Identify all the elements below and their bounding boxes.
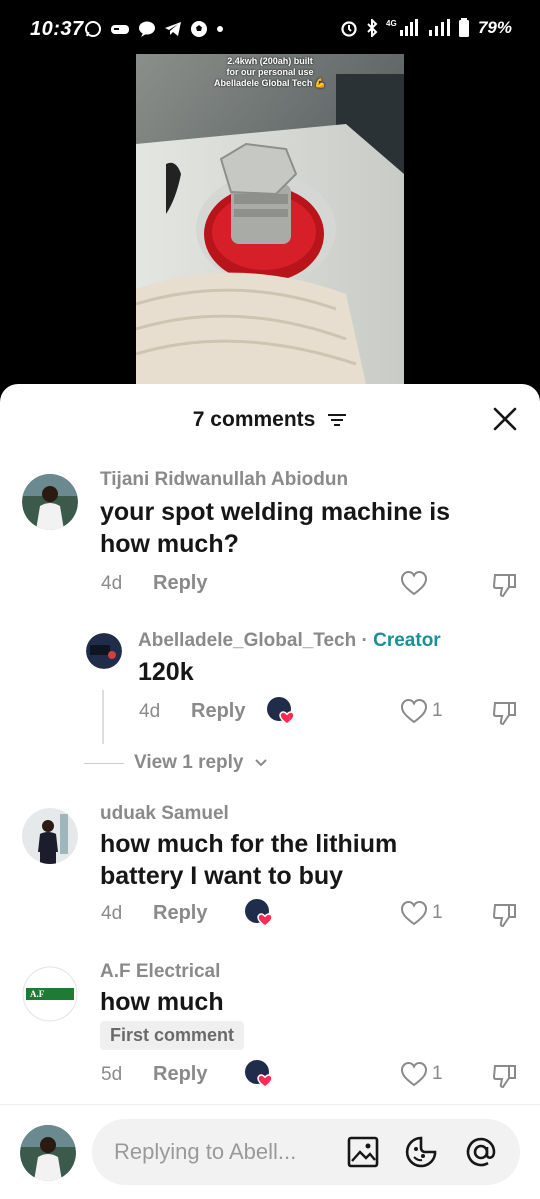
like-button[interactable] — [400, 570, 428, 596]
like-button[interactable]: 1 — [400, 1061, 443, 1087]
comment-text-line: how much for the lithium — [100, 830, 398, 858]
comments-count: 7 comments — [192, 408, 316, 431]
comment-text: how much — [100, 988, 224, 1016]
creator-name[interactable]: Abelladele_Global_Tech — [138, 630, 356, 651]
heart-icon — [400, 570, 428, 596]
comment-input[interactable]: Replying to Abell... — [92, 1119, 520, 1185]
comment-text: how much for the lithium battery I want … — [100, 828, 397, 892]
comment-author[interactable]: A.F Electrical — [100, 961, 220, 983]
divider — [84, 762, 124, 764]
video-frame — [136, 54, 404, 384]
logo-text: A.F — [30, 989, 45, 999]
dislike-icon[interactable] — [492, 1062, 518, 1090]
like-button[interactable]: 1 — [400, 900, 443, 926]
dislike-icon[interactable] — [492, 901, 518, 929]
comment-text: 120k — [138, 658, 194, 686]
comments-title[interactable]: 7 comments — [0, 408, 540, 432]
avatar[interactable] — [22, 808, 78, 864]
emoji-icon[interactable] — [404, 1135, 438, 1169]
comment-input-placeholder: Replying to Abell... — [114, 1139, 297, 1164]
user-avatar[interactable] — [20, 1125, 76, 1181]
image-icon[interactable] — [346, 1135, 380, 1169]
creator-liked-icon — [245, 899, 273, 927]
alarm-icon — [341, 21, 357, 37]
view-replies-label: View 1 reply — [134, 752, 244, 773]
video-preview[interactable]: 2.4kwh (200ah) built for our personal us… — [136, 54, 404, 384]
thread-line — [102, 690, 104, 744]
comment-text: your spot welding machine is how much? — [100, 496, 450, 560]
caption-line: for our personal use — [226, 67, 314, 77]
avatar[interactable]: A.F — [22, 966, 78, 1022]
comment-text-line: your spot welding machine is — [100, 498, 451, 526]
avatar[interactable] — [86, 633, 122, 669]
dislike-icon[interactable] — [492, 699, 518, 727]
reply-button[interactable]: Reply — [153, 902, 207, 925]
comment-age: 4d — [101, 903, 123, 924]
svg-text:4G: 4G — [386, 19, 397, 28]
game-controller-icon — [111, 25, 129, 34]
heart-icon — [400, 698, 428, 724]
comment-author[interactable]: uduak Samuel — [100, 803, 229, 825]
signal-4g-icon: 4G — [386, 19, 418, 36]
whatsapp-icon — [85, 21, 101, 37]
creator-liked-icon — [267, 697, 295, 725]
mention-icon[interactable] — [464, 1135, 498, 1169]
comment-author[interactable]: Tijani Ridwanullah Abiodun — [100, 469, 348, 491]
like-count: 1 — [432, 902, 443, 923]
dislike-icon[interactable] — [492, 571, 518, 599]
creator-liked-icon — [245, 1060, 273, 1088]
heart-icon — [400, 900, 428, 926]
status-bar: 10:37 4G 79% — [0, 0, 540, 62]
dot-icon — [217, 26, 223, 32]
comment-text-line: battery I want to buy — [100, 862, 344, 890]
separator: · — [356, 630, 374, 651]
comments-sheet: 7 comments Tijani Ridwanullah Abiodun yo… — [0, 384, 540, 1199]
caption-line: 2.4kwh (200ah) built — [227, 56, 313, 66]
view-replies-button[interactable]: View 1 reply — [84, 752, 268, 774]
bluetooth-icon — [367, 19, 378, 37]
sort-icon[interactable] — [327, 412, 347, 428]
status-time: 10:37 — [30, 18, 84, 40]
reply-button[interactable]: Reply — [191, 700, 245, 723]
first-comment-badge: First comment — [100, 1021, 245, 1050]
video-caption: 2.4kwh (200ah) built for our personal us… — [136, 54, 404, 89]
caption-line: Abelladele Global Tech 💪 — [213, 78, 327, 88]
status-indicators: 4G 79% — [340, 18, 512, 38]
like-count: 1 — [432, 1063, 443, 1084]
avatar[interactable] — [22, 474, 78, 530]
comment-author: Abelladele_Global_Tech · Creator — [138, 630, 441, 652]
comment-text-line: how much? — [100, 530, 239, 558]
signal-icon — [428, 19, 450, 36]
like-count: 1 — [432, 700, 443, 721]
battery-percent: 79% — [477, 18, 512, 37]
heart-icon — [400, 1061, 428, 1087]
football-icon — [191, 21, 207, 37]
chevron-down-icon — [254, 759, 267, 767]
battery-icon — [458, 18, 469, 37]
comment-composer: Replying to Abell... — [0, 1104, 540, 1199]
telegram-icon — [165, 22, 181, 36]
like-button[interactable]: 1 — [400, 698, 443, 724]
creator-badge: Creator — [373, 630, 441, 651]
sheet-header: 7 comments — [0, 384, 540, 454]
comment-age: 4d — [101, 573, 123, 594]
reply-button[interactable]: Reply — [153, 1063, 207, 1086]
close-icon[interactable] — [492, 406, 518, 432]
chat-bubble-icon — [139, 21, 155, 37]
comment-age: 5d — [101, 1064, 123, 1085]
reply-button[interactable]: Reply — [153, 572, 207, 595]
notification-icons — [84, 20, 224, 38]
comment-age: 4d — [139, 701, 161, 722]
